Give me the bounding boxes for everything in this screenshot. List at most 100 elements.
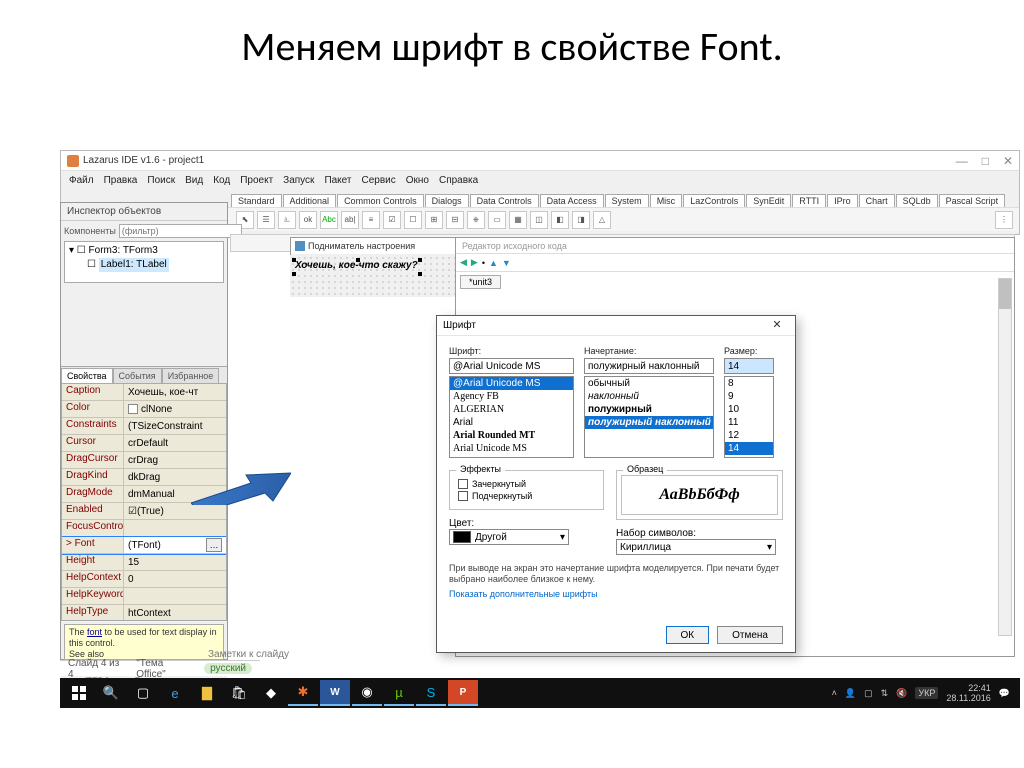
more-fonts-link[interactable]: Показать дополнительные шрифты: [449, 589, 783, 599]
inspector-tabs[interactable]: Свойства События Избранное: [61, 366, 227, 383]
system-tray[interactable]: ˄ 👤 ▢ ⇅ 🔇 УКР 22:4128.11.2016 💬: [832, 683, 1016, 703]
utorrent-icon[interactable]: µ: [384, 680, 414, 706]
list-item[interactable]: наклонный: [585, 390, 713, 403]
tray-expand-icon[interactable]: ˄: [832, 688, 837, 698]
component-icon[interactable]: ▦: [509, 211, 527, 229]
list-item[interactable]: 9: [725, 390, 773, 403]
tray-language[interactable]: УКР: [915, 687, 938, 699]
edge-icon[interactable]: e: [160, 680, 190, 706]
menu-search[interactable]: Поиск: [147, 175, 175, 186]
source-scrollbar[interactable]: [998, 278, 1012, 636]
property-row[interactable]: > Font(TFont)…: [62, 537, 226, 554]
underline-checkbox[interactable]: Подчеркнутый: [458, 491, 595, 501]
list-item[interactable]: полужирный наклонный: [585, 416, 713, 429]
maximize-icon[interactable]: □: [982, 154, 989, 168]
nav-down-icon[interactable]: ▼: [502, 258, 511, 268]
tab-rtti[interactable]: RTTI: [792, 194, 826, 207]
notes-placeholder[interactable]: Заметки к слайду: [208, 649, 289, 660]
palette-options-icon[interactable]: ⋮: [995, 211, 1013, 229]
selection-handle[interactable]: [418, 258, 422, 262]
component-icon[interactable]: ☰: [257, 211, 275, 229]
component-tree[interactable]: ▾ ☐ Form3: TForm3 ☐ Label1: TLabel: [64, 241, 224, 283]
cancel-button[interactable]: Отмена: [717, 626, 783, 644]
taskbar-app[interactable]: ◆: [256, 680, 286, 706]
property-row[interactable]: DragModedmManual: [62, 486, 226, 503]
source-toolbar[interactable]: ◀ ▶ • ▲ ▼: [456, 254, 1014, 272]
component-icon[interactable]: △: [593, 211, 611, 229]
property-row[interactable]: HelpTypehtContext: [62, 605, 226, 621]
tree-root[interactable]: ▾ ☐ Form3: TForm3: [69, 244, 219, 258]
word-icon[interactable]: W: [320, 680, 350, 706]
tab-synedit[interactable]: SynEdit: [746, 194, 791, 207]
list-item[interactable]: ALGERIAN: [450, 403, 573, 416]
tray-network-icon[interactable]: ⇅: [881, 688, 889, 699]
list-item[interactable]: Agency FB: [450, 390, 573, 403]
tab-properties[interactable]: Свойства: [61, 368, 113, 383]
start-button[interactable]: [64, 680, 94, 706]
style-list[interactable]: обычныйнаклонныйполужирныйполужирный нак…: [584, 376, 714, 458]
component-icon[interactable]: ☐: [404, 211, 422, 229]
store-icon[interactable]: 🛍: [224, 680, 254, 706]
list-item[interactable]: @Arial Unicode MS: [450, 377, 573, 390]
tab-chart[interactable]: Chart: [859, 194, 895, 207]
list-item[interactable]: Arial Unicode MS: [450, 442, 573, 455]
skype-icon[interactable]: S: [416, 680, 446, 706]
menu-help[interactable]: Справка: [439, 175, 478, 186]
component-icon[interactable]: ⎁: [278, 211, 296, 229]
component-icon[interactable]: ab|: [341, 211, 359, 229]
lazarus-taskbar-icon[interactable]: ✱: [288, 680, 318, 706]
close-icon[interactable]: ✕: [1003, 154, 1013, 168]
tab-datacontrols[interactable]: Data Controls: [470, 194, 539, 207]
component-icon[interactable]: ◫: [530, 211, 548, 229]
component-icon[interactable]: ok: [299, 211, 317, 229]
property-row[interactable]: Constraints(TSizeConstraint: [62, 418, 226, 435]
property-row[interactable]: CursorcrDefault: [62, 435, 226, 452]
powerpoint-icon[interactable]: P: [448, 680, 478, 706]
tab-common[interactable]: Common Controls: [337, 194, 424, 207]
nav-fwd-icon[interactable]: ▶: [471, 257, 478, 268]
component-icon[interactable]: ◧: [551, 211, 569, 229]
menu-view[interactable]: Вид: [185, 175, 203, 186]
window-buttons[interactable]: — □ ✕: [956, 154, 1013, 168]
minimize-icon[interactable]: —: [956, 154, 968, 168]
menu-code[interactable]: Код: [213, 175, 230, 186]
ide-menubar[interactable]: Файл Правка Поиск Вид Код Проект Запуск …: [61, 171, 1019, 189]
font-name-input[interactable]: [449, 358, 574, 374]
property-row[interactable]: ColorclNone: [62, 401, 226, 418]
chrome-icon[interactable]: ◉: [352, 680, 382, 706]
tray-battery-icon[interactable]: ▢: [864, 688, 873, 699]
ellipsis-button[interactable]: …: [206, 538, 222, 552]
property-row[interactable]: CaptionХочешь, кое-чт: [62, 384, 226, 401]
property-row[interactable]: DragKinddkDrag: [62, 469, 226, 486]
list-item[interactable]: 10: [725, 403, 773, 416]
property-row[interactable]: FocusControl: [62, 520, 226, 537]
size-list[interactable]: 891011121416: [724, 376, 774, 458]
tab-additional[interactable]: Additional: [283, 194, 337, 207]
tab-events[interactable]: События: [113, 368, 162, 383]
property-row[interactable]: Enabled☑ (True): [62, 503, 226, 520]
file-explorer-icon[interactable]: ▇: [192, 680, 222, 706]
charset-select[interactable]: Кириллица ▾: [616, 539, 776, 555]
list-item[interactable]: обычный: [585, 377, 713, 390]
property-row[interactable]: HelpContext0: [62, 571, 226, 588]
tab-standard[interactable]: Standard: [231, 194, 282, 207]
tab-favorite[interactable]: Избранное: [162, 368, 220, 383]
font-dialog-close-icon[interactable]: ✕: [765, 318, 789, 334]
selection-handle[interactable]: [292, 272, 296, 276]
property-row[interactable]: Height15: [62, 554, 226, 571]
tab-lazcontrols[interactable]: LazControls: [683, 194, 745, 207]
action-center-icon[interactable]: 💬: [999, 688, 1010, 699]
selection-handle[interactable]: [418, 272, 422, 276]
menu-tools[interactable]: Сервис: [361, 175, 395, 186]
tab-ipro[interactable]: IPro: [827, 194, 858, 207]
tray-volume-icon[interactable]: 🔇: [896, 688, 907, 699]
components-filter-input[interactable]: [119, 224, 242, 238]
component-icon[interactable]: ≡: [362, 211, 380, 229]
list-item[interactable]: 14: [725, 442, 773, 455]
search-icon[interactable]: 🔍: [96, 680, 126, 706]
selection-handle[interactable]: [292, 258, 296, 262]
menu-package[interactable]: Пакет: [324, 175, 351, 186]
property-row[interactable]: DragCursorcrDrag: [62, 452, 226, 469]
component-icon[interactable]: ☑: [383, 211, 401, 229]
tab-misc[interactable]: Misc: [650, 194, 683, 207]
